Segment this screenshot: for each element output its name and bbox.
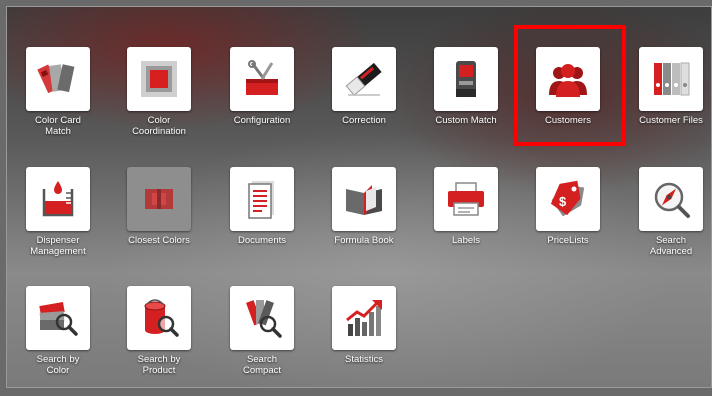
tile-label: Color Card Match xyxy=(35,115,81,137)
tile-closest-colors[interactable]: Closest Colors xyxy=(111,167,207,277)
eraser-icon xyxy=(345,62,382,96)
binders-icon xyxy=(654,62,690,96)
swatch-search-icon xyxy=(39,301,78,336)
tile-color-coordination[interactable]: Color Coordination xyxy=(111,47,207,157)
book-icon xyxy=(346,185,382,215)
color-coordination-icon xyxy=(141,61,177,97)
document-icon xyxy=(248,181,274,219)
tile-label: Statistics xyxy=(344,354,383,365)
tile-pricelists[interactable]: $ PriceLists xyxy=(520,167,616,277)
tile-label: Customer Files xyxy=(639,115,703,126)
dispenser-icon xyxy=(42,181,74,217)
svg-text:$: $ xyxy=(559,194,567,209)
printer-icon xyxy=(448,182,484,216)
tile-configuration[interactable]: Configuration xyxy=(214,47,310,157)
tile-label: Search Compact xyxy=(242,354,281,376)
tile-label: Correction xyxy=(342,115,386,126)
tile-dispenser-management[interactable]: Dispenser Management xyxy=(10,167,106,277)
statistics-icon xyxy=(346,300,382,336)
spectrophotometer-icon xyxy=(456,61,476,97)
tile-formula-book[interactable]: Formula Book xyxy=(316,167,412,277)
price-tag-icon: $ xyxy=(550,180,585,217)
compass-search-icon xyxy=(654,182,690,218)
tile-label: Search Advanced xyxy=(649,235,693,257)
tile-customer-files[interactable]: Customer Files xyxy=(623,47,712,157)
tile-customers[interactable]: Customers xyxy=(520,47,616,157)
toolbox-icon xyxy=(246,60,278,95)
tile-documents[interactable]: Documents xyxy=(214,167,310,277)
tile-label: Configuration xyxy=(233,115,291,126)
color-card-icon xyxy=(37,64,75,94)
tile-search-by-product[interactable]: Search by Product xyxy=(111,286,207,396)
tile-statistics[interactable]: Statistics xyxy=(316,286,412,396)
tile-labels[interactable]: Labels xyxy=(418,167,514,277)
tile-label: Search by Color xyxy=(36,354,80,376)
tile-correction[interactable]: Correction xyxy=(316,47,412,157)
tile-label: Closest Colors xyxy=(128,235,190,246)
tile-label: Custom Match xyxy=(435,115,497,126)
tile-label: Dispenser Management xyxy=(30,235,86,257)
tile-label: Labels xyxy=(452,235,480,246)
tile-custom-match[interactable]: Custom Match xyxy=(418,47,514,157)
tile-search-by-color[interactable]: Search by Color xyxy=(10,286,106,396)
tile-label: PriceLists xyxy=(547,235,589,246)
closest-colors-icon xyxy=(145,189,173,209)
tile-label: Formula Book xyxy=(334,235,394,246)
tile-label: Customers xyxy=(545,115,591,126)
can-search-icon xyxy=(144,299,179,337)
tile-label: Color Coordination xyxy=(132,115,186,137)
customers-icon xyxy=(549,64,587,97)
tile-color-card-match[interactable]: Color Card Match xyxy=(10,47,106,157)
tile-label: Search by Product xyxy=(137,354,181,376)
tile-label: Documents xyxy=(237,235,287,246)
tile-search-compact[interactable]: Search Compact xyxy=(214,286,310,396)
tile-search-advanced[interactable]: Search Advanced xyxy=(623,167,712,277)
fan-search-icon xyxy=(246,300,282,338)
